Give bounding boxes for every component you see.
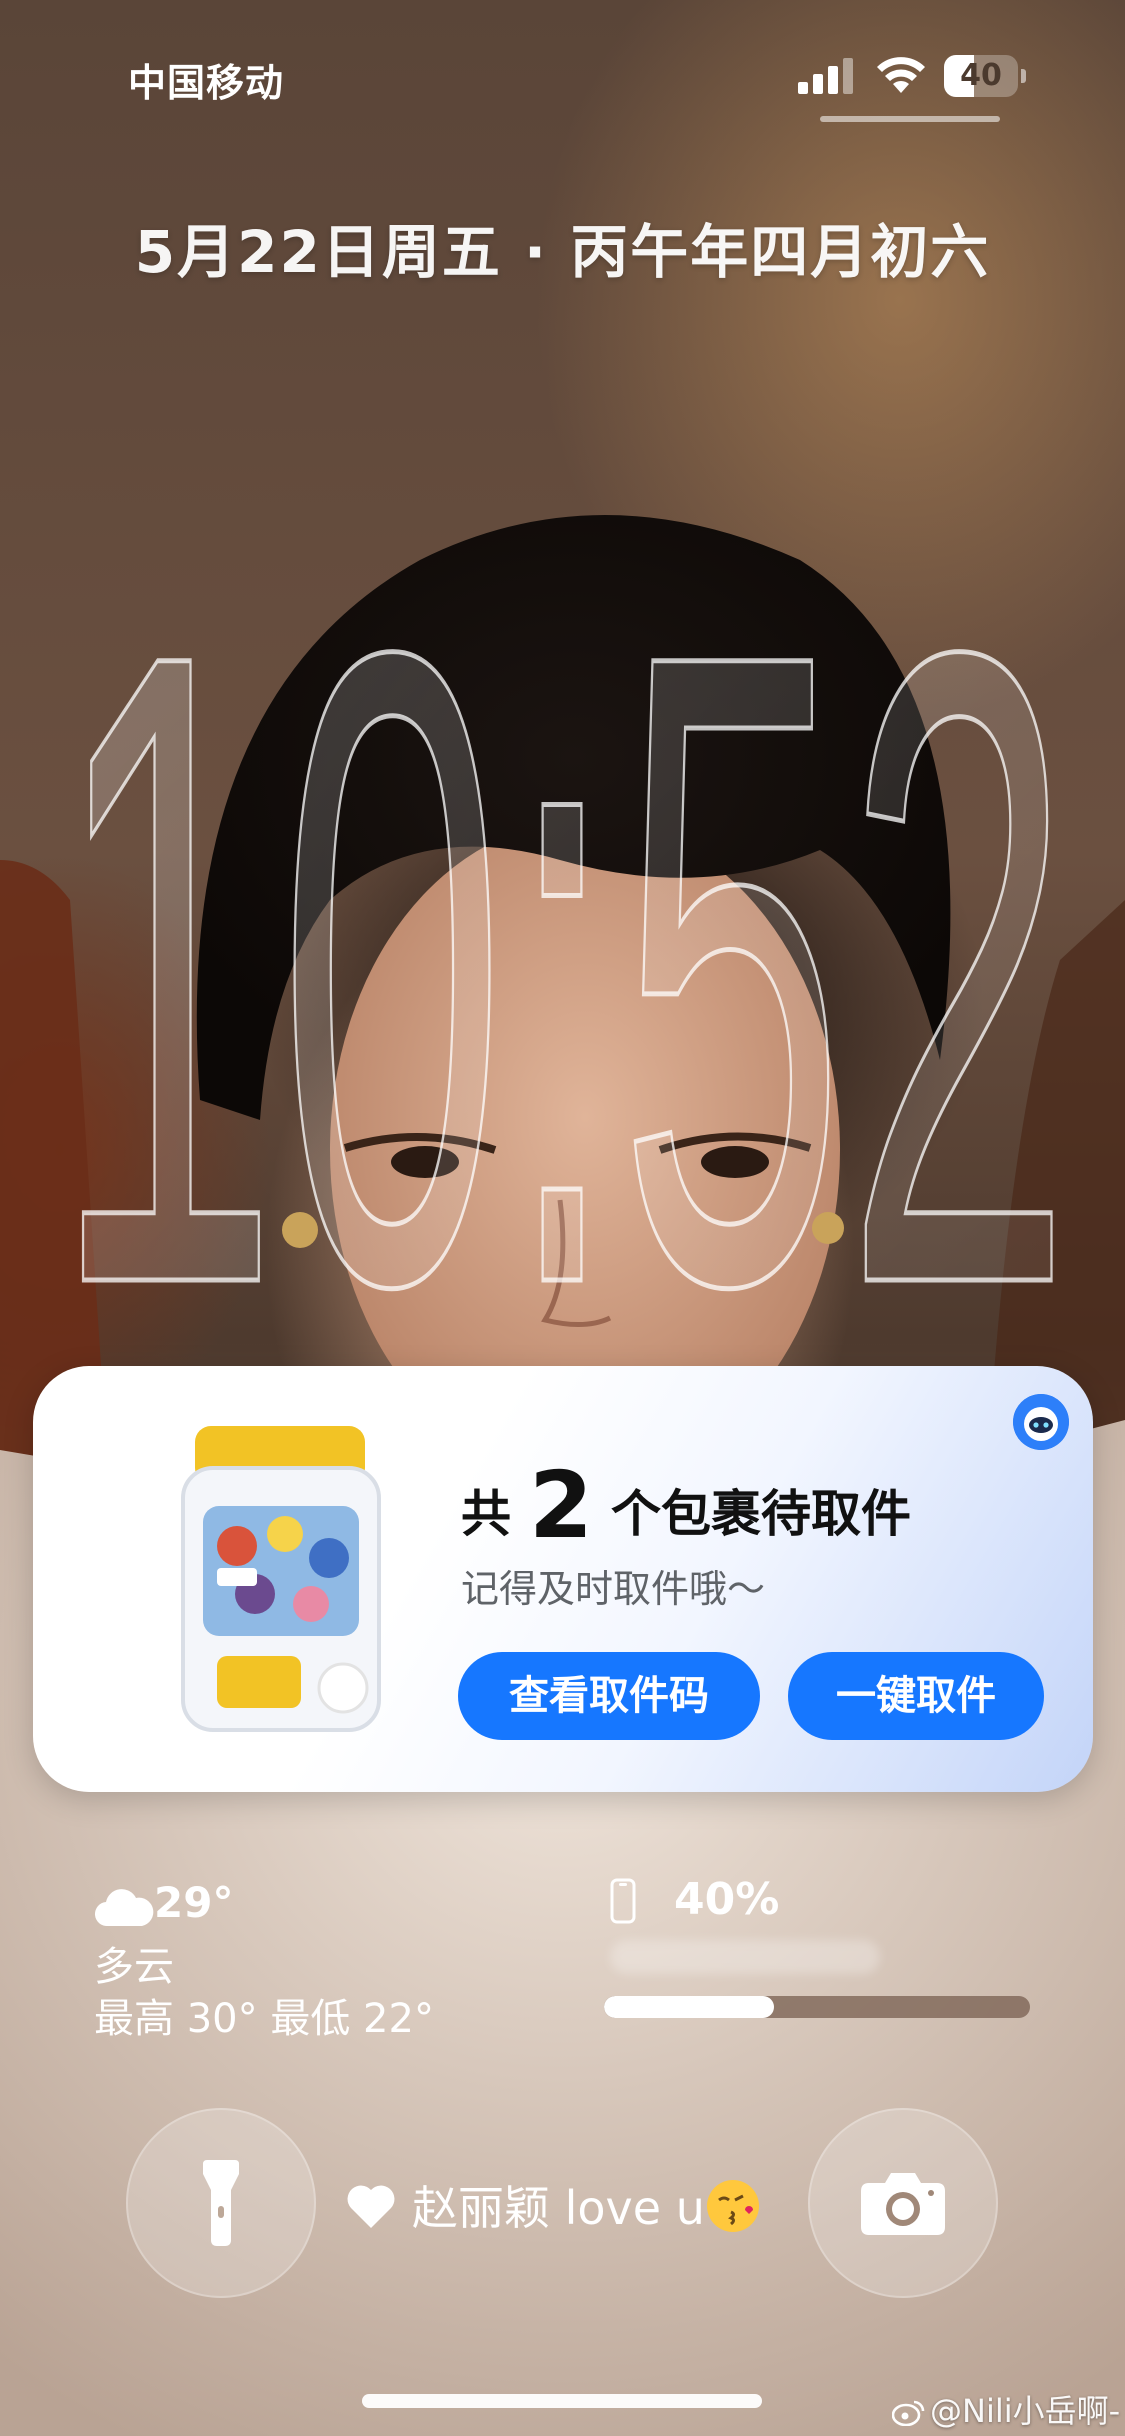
robot-mascot-icon (1013, 1394, 1069, 1450)
lock-clock: 10:52 (50, 463, 1075, 1331)
battery-cap (1021, 69, 1026, 83)
status-bar: 中国移动 40 (0, 0, 1125, 140)
kissing-face-emoji (706, 2180, 759, 2232)
package-prefix: 共 (461, 1485, 511, 1543)
watermark-text: @Nili小岳啊- (930, 2392, 1121, 2430)
battery-percent-text: 40 (960, 58, 1002, 93)
clock-time: 10:52 (52, 465, 1072, 1330)
weather-condition: 多云 (94, 1944, 174, 1990)
package-count-title: 共 2 个包裹待取件 (461, 1452, 911, 1559)
control-center-grabber[interactable] (820, 116, 1000, 122)
flashlight-icon (203, 2160, 239, 2246)
package-suffix: 个包裹待取件 (611, 1485, 912, 1543)
view-pickup-code-button[interactable]: 查看取件码 (458, 1652, 760, 1740)
heart-icon (347, 2185, 395, 2228)
battery-icon: 40 (944, 55, 1018, 97)
temperature-range: 最高 30° 最低 22° (94, 1996, 434, 2042)
device-name-blurred (610, 1940, 880, 1974)
wifi-icon (877, 57, 925, 93)
battery-level-fill (604, 1996, 775, 2018)
cellular-signal-icon (798, 58, 853, 94)
weather-widget[interactable]: 29° 多云 最高 30° 最低 22° (94, 1878, 514, 2048)
sticker-jar-image (181, 1426, 381, 1732)
one-tap-pickup-button[interactable]: 一键取件 (788, 1652, 1044, 1740)
current-temperature: 29° (154, 1878, 234, 1927)
battery-widget[interactable]: 40% (604, 1872, 1034, 2042)
device-battery-percent: 40% (674, 1874, 780, 1925)
signature-text: 赵丽颖 love u (412, 2181, 705, 2235)
weibo-watermark: @Nili小岳啊- (891, 2386, 1121, 2432)
battery-indicator: 40 (944, 55, 1026, 97)
phone-icon (610, 1878, 636, 1924)
camera-icon (861, 2173, 945, 2235)
package-count: 2 (529, 1452, 594, 1559)
battery-level-bar (604, 1996, 1030, 2018)
weibo-icon (891, 2400, 925, 2427)
camera-button[interactable] (808, 2108, 998, 2298)
flashlight-button[interactable] (126, 2108, 316, 2298)
package-pickup-card[interactable]: 共 2 个包裹待取件 记得及时取件哦～ 查看取件码 一键取件 (33, 1366, 1093, 1792)
home-indicator[interactable] (362, 2394, 762, 2408)
carrier-name: 中国移动 (128, 61, 285, 105)
cloud-icon (94, 1889, 154, 1927)
lock-signature: 赵丽颖 love u (346, 2172, 761, 2242)
package-reminder: 记得及时取件哦～ (461, 1567, 766, 1611)
